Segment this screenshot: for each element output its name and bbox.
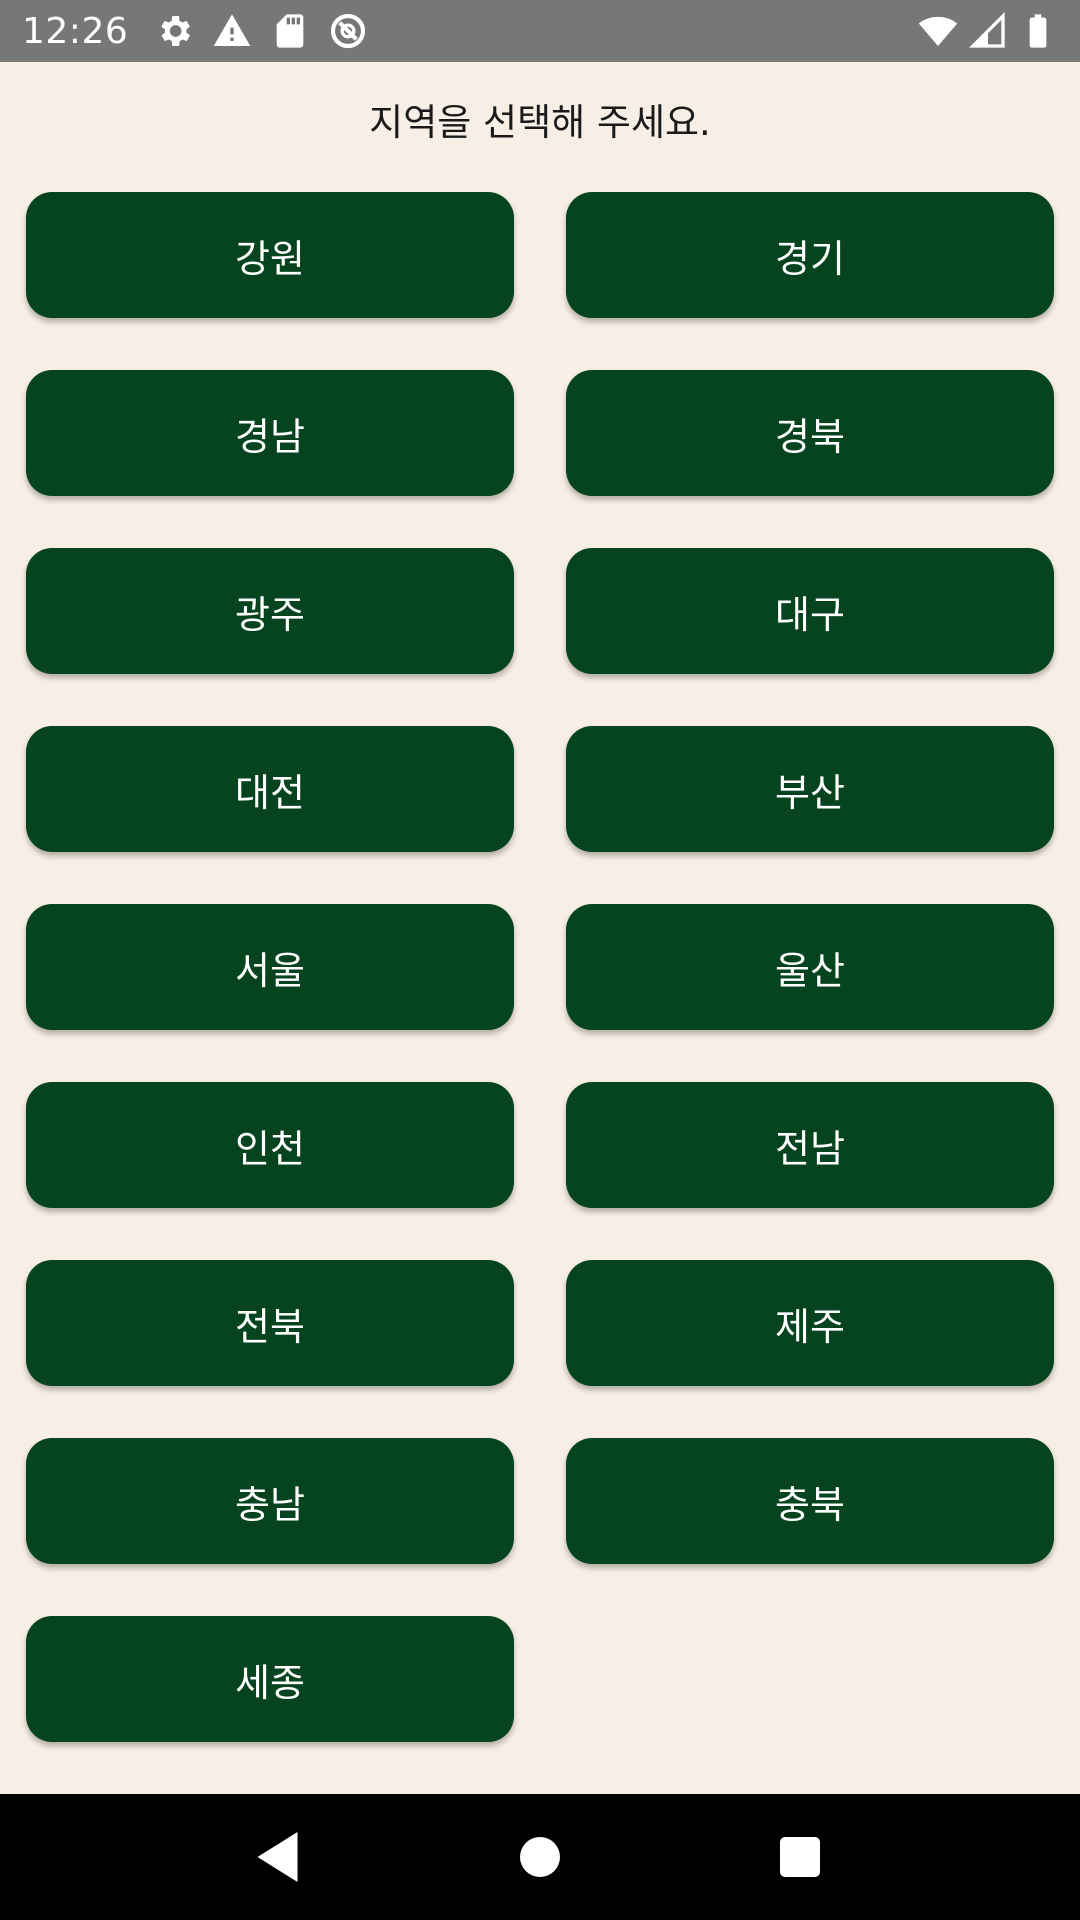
region-button[interactable]: 서울 — [26, 904, 514, 1030]
region-button[interactable]: 경기 — [566, 192, 1054, 318]
region-button[interactable]: 전북 — [26, 1260, 514, 1386]
region-button[interactable]: 부산 — [566, 726, 1054, 852]
recents-icon[interactable] — [760, 1817, 840, 1897]
wifi-icon — [918, 11, 958, 51]
warning-icon — [212, 11, 252, 51]
signal-icon — [968, 11, 1008, 51]
home-icon[interactable] — [500, 1817, 580, 1897]
region-button[interactable]: 대구 — [566, 548, 1054, 674]
status-bar: 12:26 — [0, 0, 1080, 62]
region-button[interactable]: 강원 — [26, 192, 514, 318]
battery-icon — [1018, 11, 1058, 51]
region-button[interactable]: 경북 — [566, 370, 1054, 496]
region-button[interactable]: 전남 — [566, 1082, 1054, 1208]
settings-icon — [154, 11, 194, 51]
region-button[interactable]: 제주 — [566, 1260, 1054, 1386]
status-left-icons — [154, 11, 368, 51]
no-disturb-icon — [328, 11, 368, 51]
status-right-icons — [918, 11, 1058, 51]
region-button[interactable]: 경남 — [26, 370, 514, 496]
region-button[interactable]: 인천 — [26, 1082, 514, 1208]
page-title: 지역을 선택해 주세요. — [369, 101, 711, 144]
region-button[interactable]: 충남 — [26, 1438, 514, 1564]
region-button[interactable]: 세종 — [26, 1616, 514, 1742]
region-button[interactable]: 충북 — [566, 1438, 1054, 1564]
main-content: 지역을 선택해 주세요. 강원 경기경남 경북광주 대구대전 부산서울 울산인천 전남전북 제… — [0, 62, 1080, 1794]
region-button[interactable]: 울산 — [566, 904, 1054, 1030]
region-button[interactable]: 광주 — [26, 548, 514, 674]
navigation-bar — [0, 1794, 1080, 1920]
region-grid: 강원 경기경남 경북광주 대구대전 부산서울 울산인천 전남전북 제주충남 충북세종 — [26, 192, 1054, 1742]
status-time: 12:26 — [22, 10, 129, 52]
sd-card-icon — [270, 11, 310, 51]
region-button[interactable]: 대전 — [26, 726, 514, 852]
back-icon[interactable] — [240, 1817, 320, 1897]
